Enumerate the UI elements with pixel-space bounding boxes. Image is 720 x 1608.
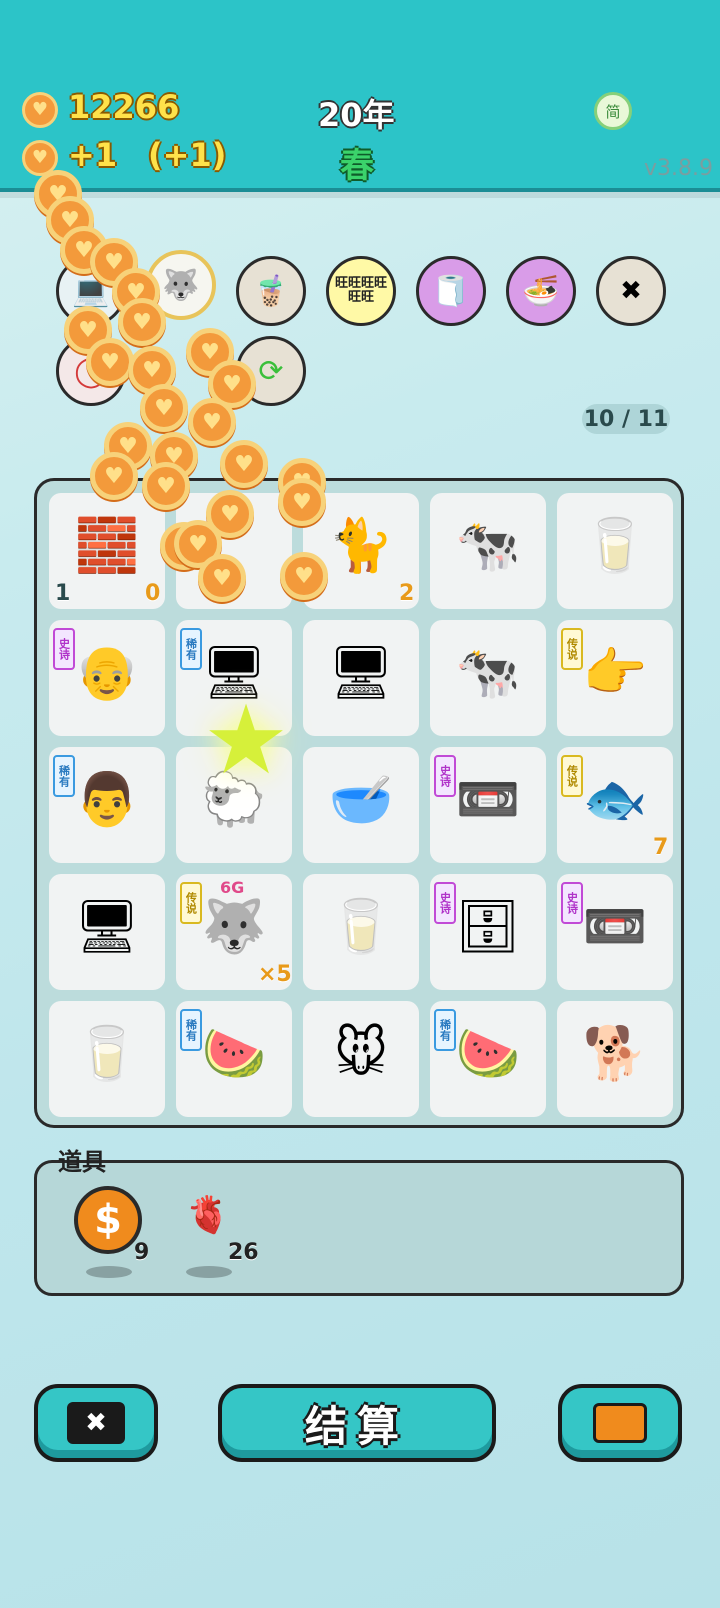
- bowls-up-icon[interactable]: 🍜: [506, 256, 576, 326]
- cell-count: 2: [399, 581, 415, 606]
- board-cell[interactable]: 🐭: [303, 1001, 419, 1117]
- coin-icon: ♥: [22, 92, 58, 128]
- board-cell[interactable]: 史诗 📼: [430, 747, 546, 863]
- income-bonus: (+1): [148, 136, 227, 174]
- flying-coin-icon: ♥: [140, 384, 188, 432]
- draw-counter: 10 / 11: [582, 404, 670, 434]
- board-cell[interactable]: 🥛: [49, 1001, 165, 1117]
- cell-count-left: 1: [55, 581, 71, 606]
- board-cell[interactable]: 稀有 👨: [49, 747, 165, 863]
- graphics-card-icon: 📼: [582, 897, 648, 957]
- settle-button[interactable]: 结算: [218, 1384, 496, 1462]
- desktop-icon: 🖥: [327, 643, 394, 703]
- board-cell[interactable]: 史诗 📼: [557, 874, 673, 990]
- props-label: 道具: [58, 1148, 106, 1176]
- top-bar-shadow: [0, 192, 720, 198]
- delete-card-icon[interactable]: ✖: [596, 256, 666, 326]
- board-cell[interactable]: 传说 🐟 7: [557, 747, 673, 863]
- liver-icon[interactable]: 🫀: [180, 1196, 236, 1236]
- man-glasses-icon: 👨: [74, 770, 140, 830]
- flying-coin-icon: ♥: [188, 398, 236, 446]
- silver-bars-icon: 🧱: [74, 516, 140, 576]
- server-rack-icon: 🗄: [454, 897, 521, 957]
- cell-count: ×5: [258, 962, 292, 987]
- settle-label: 结算: [304, 1401, 409, 1451]
- flying-coin-icon: ♥: [118, 298, 166, 346]
- tissue-box-icon[interactable]: 🧻: [416, 256, 486, 326]
- cow-icon: 🐄: [455, 643, 521, 703]
- board-cell[interactable]: 史诗 👴: [49, 620, 165, 736]
- pointing-hand-icon: 👉: [582, 643, 648, 703]
- board-cell[interactable]: 🐄: [430, 620, 546, 736]
- income-value: +1: [68, 136, 118, 174]
- game-board: 🧱 1 0 🐈 2 🐄 🥛 史诗 👴 稀有 🖥 🖥 🐄 传说 👉 稀有 👨 🐑: [34, 478, 684, 1128]
- desktop-icon: 🖥: [73, 897, 140, 957]
- liver-count: 26: [228, 1240, 259, 1265]
- dollar-count: 9: [134, 1240, 150, 1265]
- dollar-coin-icon[interactable]: $: [74, 1186, 142, 1254]
- board-cell[interactable]: 🐕: [557, 1001, 673, 1117]
- wangwang-icon[interactable]: 旺旺旺旺旺旺: [326, 256, 396, 326]
- board-cell[interactable]: 稀有 🍉: [430, 1001, 546, 1117]
- board-cell[interactable]: 🖥: [303, 620, 419, 736]
- board-cell[interactable]: 🥛: [303, 874, 419, 990]
- board-cell[interactable]: 史诗 🗄: [430, 874, 546, 990]
- dog-icon: 🐕: [582, 1024, 648, 1084]
- briefcase-icon: [593, 1403, 647, 1443]
- flying-coin-icon: ♥: [142, 462, 190, 510]
- flying-coin-icon: ♥: [220, 440, 268, 488]
- flying-coin-icon: ♥: [90, 452, 138, 500]
- bag-button[interactable]: [558, 1384, 682, 1462]
- bowl-icon: 🥣: [328, 770, 394, 830]
- koi-fish-icon: 🐟: [582, 770, 648, 830]
- delete-card-icon: ✖: [67, 1402, 125, 1444]
- flying-coin-icon: ♥: [198, 554, 246, 602]
- watermelon-icon: 🍉: [201, 1024, 267, 1084]
- item-shadow: [186, 1266, 232, 1278]
- board-cell[interactable]: 🐄: [430, 493, 546, 609]
- milk-tea-icon[interactable]: 🧋: [236, 256, 306, 326]
- year-label: 20年: [318, 96, 395, 134]
- cell-count: 7: [653, 835, 669, 860]
- watermelon-icon: 🍉: [455, 1024, 521, 1084]
- board-cell[interactable]: 🥛: [557, 493, 673, 609]
- graphics-card-icon: 📼: [455, 770, 521, 830]
- board-cell[interactable]: 传说 6G 🐺 ×5: [176, 874, 292, 990]
- language-toggle-button[interactable]: 简: [594, 92, 632, 130]
- cow-icon: 🐄: [455, 516, 521, 576]
- board-cell[interactable]: 🧱 1 0: [49, 493, 165, 609]
- board-cell[interactable]: 🖥: [49, 874, 165, 990]
- flying-coin-icon: ♥: [278, 478, 326, 526]
- season-label: 春: [340, 146, 374, 186]
- milk-icon: 🥛: [328, 897, 394, 957]
- cell-count: 0: [145, 581, 161, 606]
- star-effect-icon: ★: [202, 684, 290, 796]
- flying-coin-icon: ♥: [86, 338, 134, 386]
- board-cell[interactable]: 稀有 🍉: [176, 1001, 292, 1117]
- mouse-icon: 🐭: [333, 1024, 389, 1084]
- milk-icon: 🥛: [74, 1024, 140, 1084]
- coin-total: 12266: [68, 88, 180, 126]
- milk-icon: 🥛: [582, 516, 648, 576]
- delete-button[interactable]: ✖: [34, 1384, 158, 1462]
- wangwang-text: 旺旺旺旺旺旺: [334, 276, 387, 305]
- board-cell[interactable]: 🥣: [303, 747, 419, 863]
- husky-king-icon: 🐺: [201, 897, 267, 957]
- old-man-icon: 👴: [74, 643, 140, 703]
- item-shadow: [86, 1266, 132, 1278]
- board-cell[interactable]: 传说 👉: [557, 620, 673, 736]
- flying-coin-icon: ♥: [280, 552, 328, 600]
- version-label: v3.8.9: [644, 156, 713, 181]
